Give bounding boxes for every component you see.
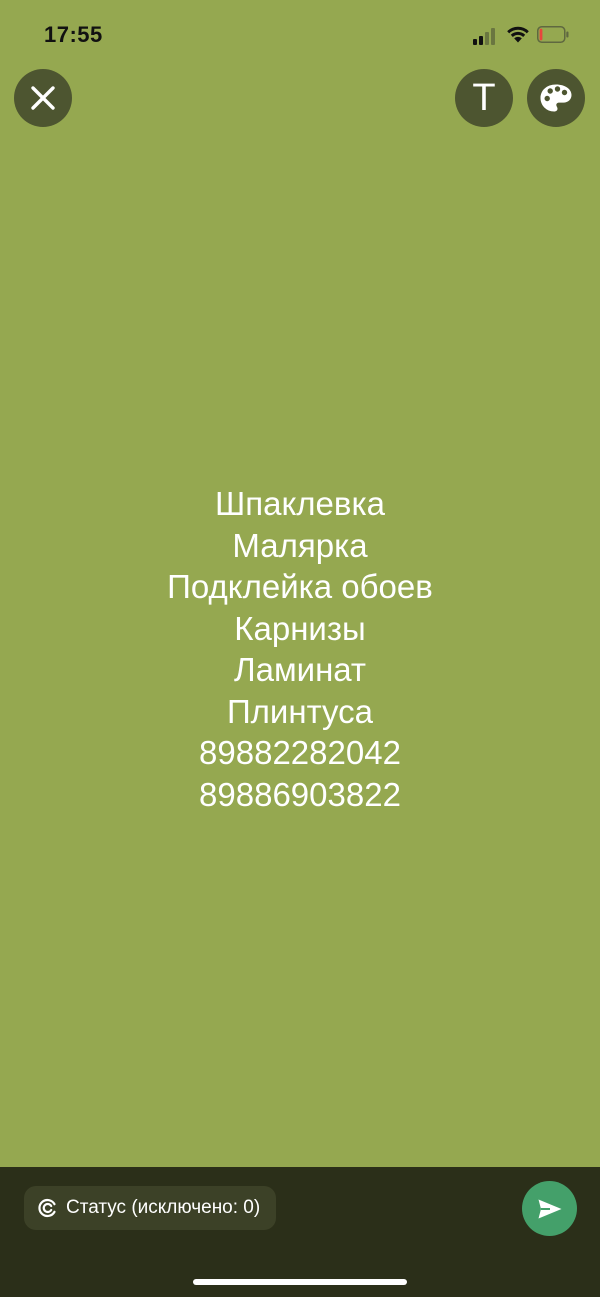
cellular-signal-icon	[473, 27, 499, 45]
clock-time: 17:55	[44, 22, 103, 47]
status-text-line: Малярка	[232, 526, 368, 564]
text-style-label: T	[472, 77, 496, 119]
status-text-line: Подклейка обоев	[167, 568, 433, 605]
color-palette-button[interactable]	[527, 69, 585, 127]
phone-number-line: 89886903822	[199, 775, 401, 813]
send-button[interactable]	[522, 1181, 577, 1236]
status-text-line: Карнизы	[234, 609, 366, 647]
text-style-button[interactable]: T	[455, 69, 513, 127]
status-text-line: Плинтуса	[226, 692, 374, 730]
battery-low-icon	[537, 26, 569, 43]
palette-icon	[540, 84, 572, 112]
privacy-settings-button[interactable]: Статус (исключено: 0)	[24, 1186, 277, 1230]
bottom-bar: Статус (исключено: 0)	[0, 1167, 600, 1297]
privacy-label: Статус (исключено: 0)	[66, 1197, 261, 1218]
status-text-line: Шпаклевка	[215, 485, 385, 522]
phone-number-line: 89882282042	[199, 734, 401, 771]
close-button[interactable]	[14, 69, 72, 127]
status-text-body[interactable]: Шпаклевка Малярка Подклейка обоев Карниз…	[0, 483, 600, 815]
status-bar: 17:55	[0, 0, 600, 70]
status-text-line: Ламинат	[233, 651, 367, 688]
close-icon	[31, 86, 55, 110]
wifi-icon	[507, 26, 529, 43]
send-icon	[538, 1199, 561, 1218]
privacy-ring-icon	[38, 1198, 56, 1218]
home-indicator[interactable]	[193, 1279, 407, 1285]
